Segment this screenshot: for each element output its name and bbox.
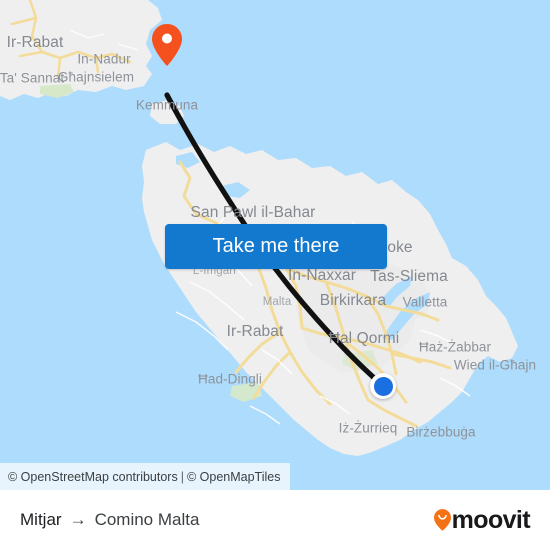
footer-bar: Mitjar → Comino Malta moovit xyxy=(0,490,550,550)
attribution-osm[interactable]: © OpenStreetMap contributors xyxy=(8,470,178,484)
map-canvas[interactable]: Ir-Rabat In-Nadur Ta' Sannat Għajnsielem Kem… xyxy=(0,0,550,490)
route-summary: Mitjar → Comino Malta xyxy=(20,510,199,530)
moovit-pin-icon xyxy=(433,509,451,531)
arrow-right-icon: → xyxy=(69,509,87,529)
destination-dot-ring xyxy=(370,373,396,399)
destination-dot-icon[interactable] xyxy=(370,373,396,399)
moovit-wordmark: moovit xyxy=(451,505,531,534)
origin-pin-icon[interactable] xyxy=(152,24,182,66)
route-destination-name: Comino Malta xyxy=(94,510,200,529)
moovit-route-page: Ir-Rabat In-Nadur Ta' Sannat Għajnsielem Kem… xyxy=(0,0,550,550)
map-attribution: © OpenStreetMap contributors | © OpenMap… xyxy=(0,463,291,490)
attribution-separator: | xyxy=(180,469,184,484)
take-me-there-button[interactable]: Take me there xyxy=(165,224,387,269)
route-origin-name: Mitjar xyxy=(20,510,62,529)
attribution-tiles[interactable]: © OpenMapTiles xyxy=(187,470,281,484)
moovit-logo[interactable]: moovit xyxy=(433,505,531,535)
destination-dot-core xyxy=(373,376,393,396)
